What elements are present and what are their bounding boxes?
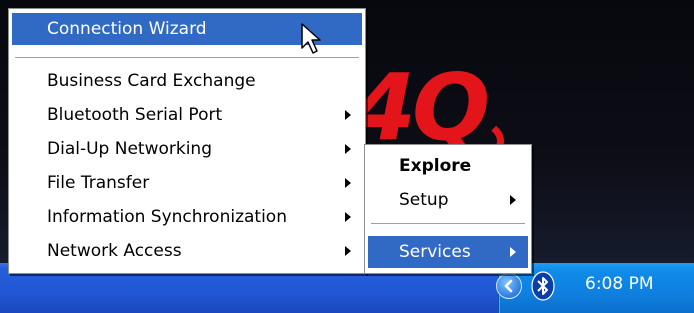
menu-item-label: Connection Wizard: [47, 19, 207, 39]
bluetooth-icon[interactable]: [528, 270, 558, 302]
submenu-arrow-icon: [345, 110, 351, 120]
submenu-arrow-icon: [510, 247, 516, 257]
menu-item-dial-up-networking[interactable]: Dial-Up Networking: [12, 133, 362, 165]
menu-separator: [371, 223, 525, 224]
submenu-arrow-icon: [345, 212, 351, 222]
menu-item-label: Setup: [399, 190, 449, 210]
menu-item-information-synchronization[interactable]: Information Synchronization: [12, 201, 362, 233]
menu-item-business-card-exchange[interactable]: Business Card Exchange: [12, 65, 362, 97]
menu-item-network-access[interactable]: Network Access: [12, 235, 362, 267]
menu-item-bluetooth-serial-port[interactable]: Bluetooth Serial Port: [12, 99, 362, 131]
menu-item-setup[interactable]: Setup: [368, 184, 528, 216]
menu-item-label: Dial-Up Networking: [47, 139, 212, 159]
submenu-arrow-icon: [510, 195, 516, 205]
menu-item-label: Explore: [399, 156, 472, 176]
chevron-left-icon: [504, 279, 513, 293]
submenu-arrow-icon: [345, 246, 351, 256]
submenu-arrow-icon: [345, 144, 351, 154]
services-submenu: Explore Setup Services: [364, 144, 532, 274]
taskbar-clock[interactable]: 6:08 PM: [585, 274, 654, 294]
menu-item-label: Business Card Exchange: [47, 71, 256, 91]
menu-item-label: Network Access: [47, 241, 182, 261]
menu-item-explore[interactable]: Explore: [368, 150, 528, 182]
menu-item-label: Services: [399, 242, 471, 262]
menu-item-file-transfer[interactable]: File Transfer: [12, 167, 362, 199]
menu-item-label: Bluetooth Serial Port: [47, 105, 223, 125]
menu-item-label: Information Synchronization: [47, 207, 287, 227]
menu-item-label: File Transfer: [47, 173, 150, 193]
show-hidden-icons-chevron-icon[interactable]: [496, 273, 522, 299]
menu-item-services[interactable]: Services: [368, 236, 528, 268]
mouse-pointer-icon: [301, 23, 321, 54]
submenu-arrow-icon: [345, 178, 351, 188]
